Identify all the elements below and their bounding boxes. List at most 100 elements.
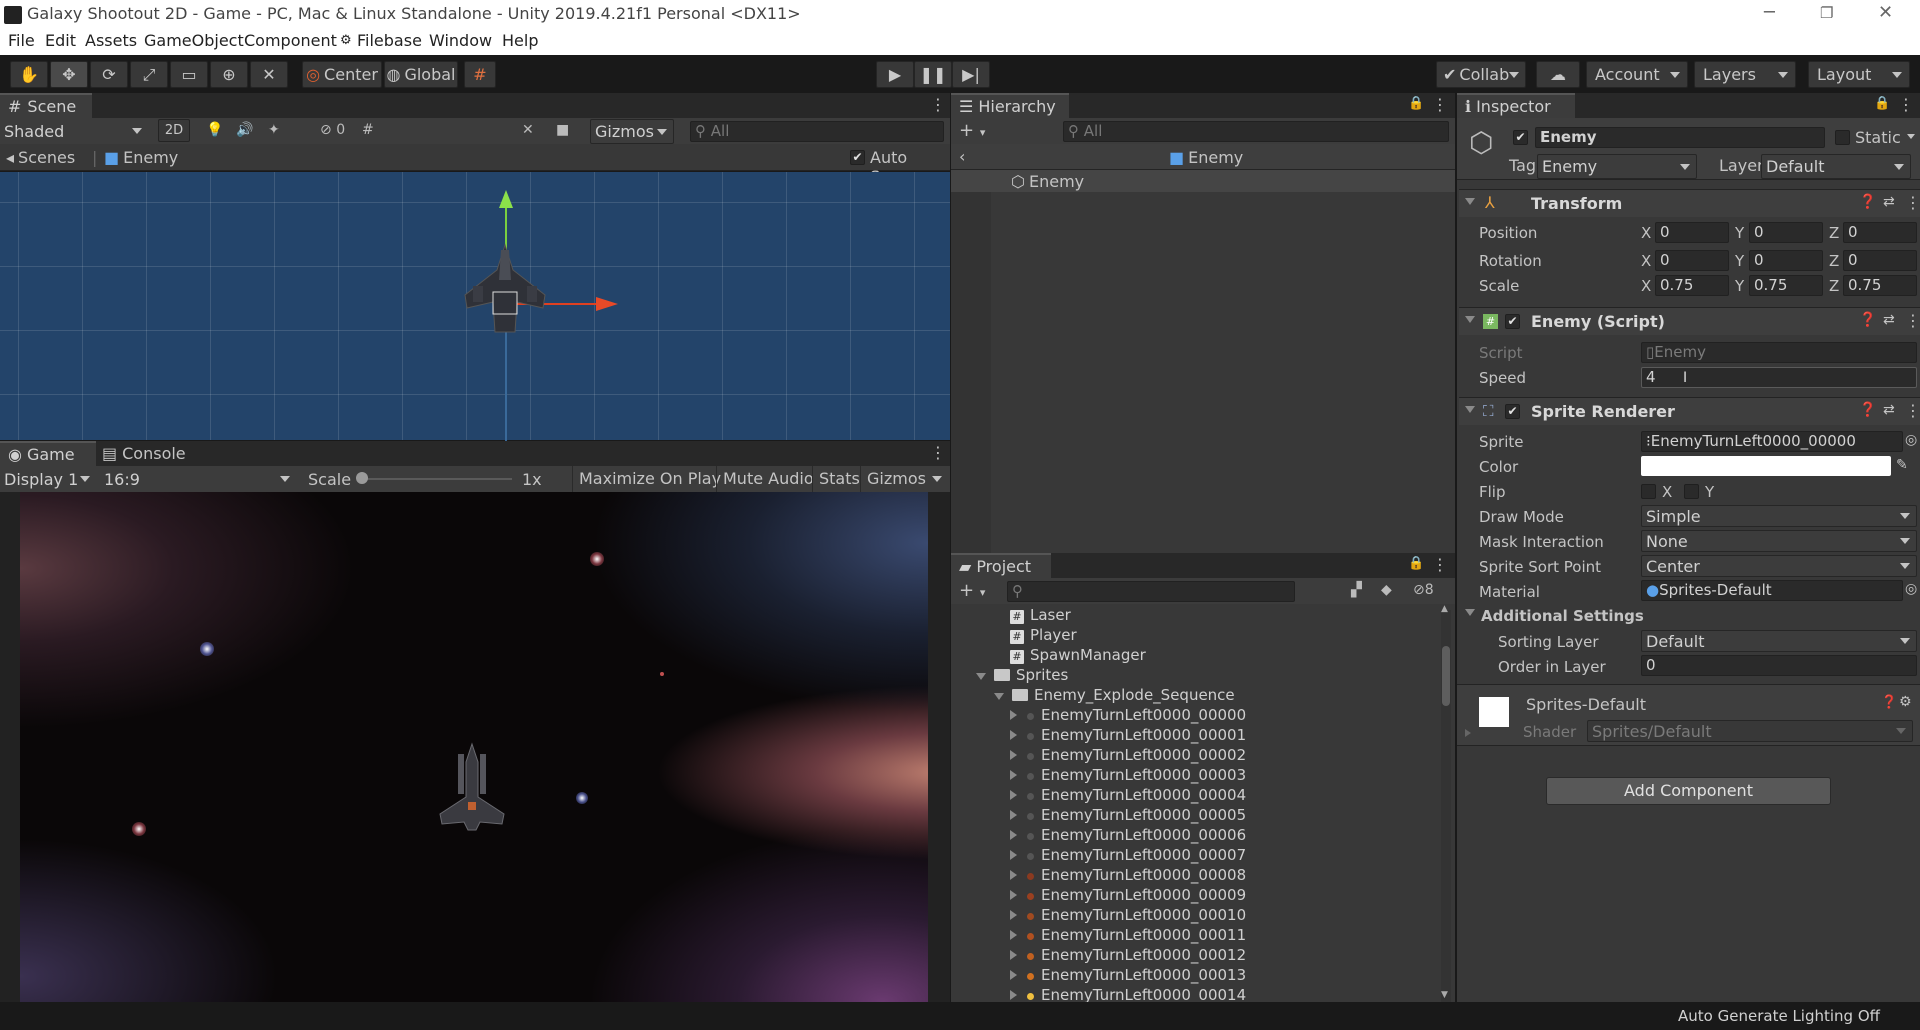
- additional-settings-label[interactable]: Additional Settings: [1481, 607, 1644, 625]
- expand-arrow-icon[interactable]: [1010, 950, 1017, 960]
- tab-project[interactable]: ▰ Project: [951, 553, 1051, 578]
- restore-icon[interactable]: ❐: [1820, 4, 1833, 22]
- rotate-tool-icon[interactable]: ⟳: [90, 61, 128, 88]
- breadcrumb-scenes[interactable]: ◂ Scenes: [6, 148, 75, 167]
- shading-dropdown[interactable]: Shaded: [0, 119, 148, 144]
- auto-save-checkbox[interactable]: ✔: [850, 150, 865, 165]
- material-field[interactable]: ●Sprites-Default: [1641, 580, 1903, 601]
- step-button[interactable]: ▶|: [952, 61, 990, 88]
- game-gizmos-dropdown[interactable]: Gizmos: [860, 466, 932, 492]
- collapse-arrow-icon[interactable]: [1465, 406, 1475, 413]
- shader-dropdown[interactable]: Sprites/Default: [1587, 720, 1913, 742]
- grid-icon[interactable]: #: [362, 122, 374, 138]
- component-menu-icon[interactable]: ⋮: [1905, 193, 1920, 212]
- tab-inspector[interactable]: ℹ Inspector: [1457, 93, 1575, 118]
- expand-arrow-icon[interactable]: [1010, 830, 1017, 840]
- position-z-field[interactable]: 0: [1843, 222, 1917, 243]
- scale-z-field[interactable]: 0.75: [1843, 275, 1917, 296]
- hidden-objects-icon[interactable]: ⊘ 0: [320, 122, 345, 138]
- list-item[interactable]: # Player: [1010, 626, 1077, 644]
- list-item[interactable]: EnemyTurnLeft0000_00009: [1010, 886, 1246, 904]
- scroll-down-icon[interactable]: ▼: [1441, 990, 1448, 1000]
- layers-dropdown[interactable]: Layers: [1694, 61, 1796, 88]
- scale-tool-icon[interactable]: ⤢: [130, 61, 168, 88]
- display-dropdown[interactable]: Display 1: [0, 467, 96, 492]
- menu-file[interactable]: File: [8, 31, 35, 50]
- menu-help[interactable]: Help: [502, 31, 538, 50]
- close-icon[interactable]: ✕: [1878, 2, 1893, 23]
- gizmos-dropdown[interactable]: Gizmos: [590, 119, 674, 144]
- expand-arrow-icon[interactable]: [1010, 970, 1017, 980]
- object-picker-icon[interactable]: ◎: [1905, 432, 1917, 448]
- expand-arrow-icon[interactable]: [1010, 730, 1017, 740]
- expand-arrow-icon[interactable]: [1010, 850, 1017, 860]
- help-icon[interactable]: ❓: [1881, 695, 1897, 710]
- project-lock-icon[interactable]: 🔒: [1408, 556, 1424, 571]
- expand-arrow-icon[interactable]: [1010, 770, 1017, 780]
- help-icon[interactable]: ❓: [1859, 402, 1876, 418]
- add-component-button[interactable]: Add Component: [1546, 777, 1831, 805]
- layout-dropdown[interactable]: Layout: [1808, 61, 1910, 88]
- scene-viewport[interactable]: [0, 172, 950, 442]
- add-object-button[interactable]: + ▾: [959, 120, 985, 141]
- expand-arrow-icon[interactable]: [1010, 930, 1017, 940]
- expand-arrow-icon[interactable]: [1010, 990, 1017, 1000]
- list-item[interactable]: EnemyTurnLeft0000_00006: [1010, 826, 1246, 844]
- static-checkbox[interactable]: [1835, 130, 1850, 145]
- project-search-input[interactable]: ⚲: [1007, 581, 1295, 602]
- lock-icon[interactable]: 🔒: [1408, 96, 1424, 111]
- object-picker-icon[interactable]: ◎: [1905, 581, 1917, 597]
- sprite-renderer-header[interactable]: ⛶ ✔ Sprite Renderer ❓ ⇄ ⋮: [1459, 397, 1920, 425]
- tab-console[interactable]: ▤ Console: [102, 444, 186, 463]
- flip-y-checkbox[interactable]: [1684, 484, 1699, 499]
- order-in-layer-field[interactable]: 0: [1641, 655, 1917, 676]
- layer-dropdown[interactable]: Default: [1761, 154, 1911, 179]
- eyedropper-icon[interactable]: ✎: [1896, 457, 1908, 473]
- project-menu-icon[interactable]: ⋮: [1432, 555, 1448, 574]
- scroll-up-icon[interactable]: ▲: [1441, 604, 1448, 614]
- tab-scene[interactable]: # Scene: [0, 93, 92, 118]
- transform-tool-icon[interactable]: ⊕: [210, 61, 248, 88]
- scene-menu-icon[interactable]: ⋮: [930, 95, 946, 114]
- cloud-icon[interactable]: ☁: [1536, 61, 1580, 88]
- additional-settings-arrow-icon[interactable]: [1465, 609, 1475, 616]
- list-item[interactable]: EnemyTurnLeft0000_00012: [1010, 946, 1246, 964]
- maximize-on-play-toggle[interactable]: Maximize On Play: [572, 466, 727, 492]
- effects-icon[interactable]: ✦: [268, 122, 280, 138]
- pivot-global-button[interactable]: ◍ Global: [384, 61, 458, 88]
- account-dropdown[interactable]: Account: [1586, 61, 1688, 88]
- list-item[interactable]: EnemyTurnLeft0000_00003: [1010, 766, 1246, 784]
- enemy-ship-sprite[interactable]: [455, 240, 555, 340]
- transform-header[interactable]: ⅄ Transform ❓ ⇄ ⋮: [1459, 189, 1920, 217]
- hand-tool-icon[interactable]: ✋: [10, 61, 48, 88]
- pause-button[interactable]: ❚❚: [914, 61, 952, 88]
- enemy-ship-game-sprite[interactable]: [432, 742, 512, 832]
- expand-arrow-icon[interactable]: [1465, 729, 1471, 737]
- expand-arrow-icon[interactable]: [976, 673, 986, 680]
- position-y-field[interactable]: 0: [1749, 222, 1823, 243]
- create-asset-button[interactable]: + ▾: [959, 580, 985, 601]
- scale-slider-thumb[interactable]: [356, 472, 368, 484]
- list-item[interactable]: EnemyTurnLeft0000_00005: [1010, 806, 1246, 824]
- list-item[interactable]: EnemyTurnLeft0000_00007: [1010, 846, 1246, 864]
- filter-type-icon[interactable]: ▞: [1351, 582, 1362, 598]
- menu-filebase[interactable]: Filebase: [357, 31, 422, 50]
- preset-icon[interactable]: ⇄: [1883, 312, 1895, 328]
- component-menu-icon[interactable]: ⋮: [1905, 401, 1920, 420]
- sprite-field[interactable]: ⁝EnemyTurnLeft0000_00000: [1641, 431, 1903, 452]
- aspect-dropdown[interactable]: 16:9: [100, 467, 296, 492]
- preset-icon[interactable]: ⇄: [1883, 402, 1895, 418]
- menu-edit[interactable]: Edit: [45, 31, 76, 50]
- scale-slider-track[interactable]: [360, 478, 512, 480]
- game-menu-icon[interactable]: ⋮: [930, 443, 946, 462]
- tag-dropdown[interactable]: Enemy: [1537, 154, 1697, 179]
- list-item[interactable]: EnemyTurnLeft0000_00010: [1010, 906, 1246, 924]
- mute-audio-toggle[interactable]: Mute Audio: [716, 466, 820, 492]
- collapse-arrow-icon[interactable]: [1465, 316, 1475, 323]
- 2d-toggle[interactable]: 2D: [158, 119, 190, 142]
- tools-icon[interactable]: ✕: [522, 122, 534, 138]
- y-arrow-icon[interactable]: [499, 190, 513, 208]
- hierarchy-search-input[interactable]: ⚲ All: [1063, 121, 1449, 142]
- rotation-x-field[interactable]: 0: [1655, 250, 1729, 271]
- sorting-layer-dropdown[interactable]: Default: [1641, 630, 1917, 652]
